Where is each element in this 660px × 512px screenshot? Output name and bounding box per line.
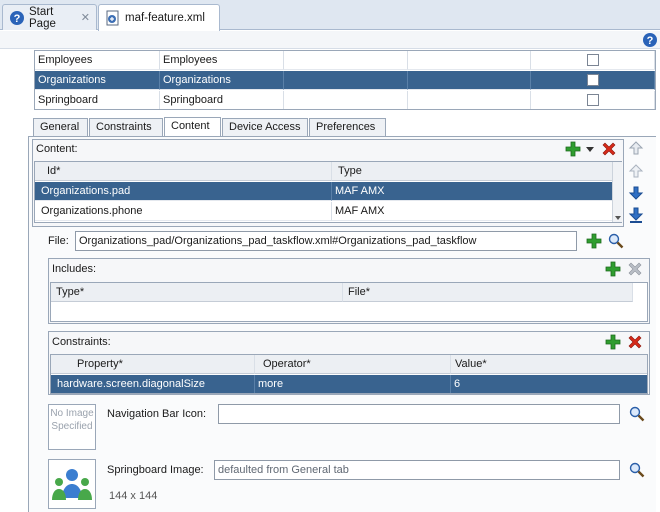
empty-cell (408, 71, 531, 90)
constraint-property: hardware.screen.diagonalSize (51, 375, 255, 393)
tab-label: maf-feature.xml (125, 12, 205, 24)
search-icon[interactable] (629, 406, 645, 422)
column-header-id[interactable]: Id* (35, 162, 332, 181)
table-row[interactable]: Springboard Springboard (35, 91, 655, 109)
checkbox-cell (531, 51, 655, 70)
empty-cell (284, 51, 408, 70)
table-row[interactable]: Organizations Organizations (35, 71, 655, 90)
table-header: Property* Operator* Value* (51, 355, 647, 374)
table-header: Type* File* (51, 283, 633, 302)
tab-label: Start Page (29, 5, 56, 30)
users-group-icon (52, 469, 92, 500)
nav-bar-icon-field[interactable] (218, 404, 620, 424)
tab-device-access[interactable]: Device Access (222, 118, 308, 136)
content-type: MAF AMX (332, 182, 621, 201)
add-icon[interactable] (586, 233, 602, 249)
column-header-type[interactable]: Type (332, 162, 621, 181)
column-header-file[interactable]: File* (343, 283, 633, 302)
constraints-label: Constraints: (52, 336, 111, 348)
feature-name: Organizations (160, 71, 284, 90)
includes-table: Type* File* (50, 282, 648, 322)
search-icon[interactable] (608, 233, 624, 249)
column-header-type[interactable]: Type* (51, 283, 343, 302)
tab-content[interactable]: Content (164, 117, 221, 137)
content-table: Id* Type Organizations.pad MAF AMX Organ… (34, 161, 622, 223)
scrollbar[interactable] (612, 162, 622, 222)
springboard-image-preview[interactable] (48, 459, 96, 509)
tab-start-page[interactable]: ? Start Page ✕ (2, 4, 97, 30)
move-to-top-icon[interactable] (628, 139, 644, 157)
svg-text:?: ? (647, 35, 654, 47)
feature-checkbox[interactable] (586, 54, 599, 66)
image-placeholder[interactable]: No Image Specified (48, 404, 96, 450)
content-id: Organizations.phone (35, 202, 332, 221)
feature-checkbox[interactable] (586, 74, 599, 86)
file-label: File: (48, 235, 69, 247)
delete-icon[interactable] (627, 334, 643, 350)
add-icon[interactable] (605, 261, 621, 277)
table-row[interactable]: Organizations.phone MAF AMX (35, 202, 621, 221)
tab-constraints[interactable]: Constraints (89, 118, 163, 136)
add-icon[interactable] (605, 334, 621, 350)
column-header-value[interactable]: Value* (451, 355, 647, 374)
constraint-operator: more (255, 375, 451, 393)
help-icon: ? (9, 10, 25, 26)
move-up-icon[interactable] (628, 162, 644, 180)
content-label: Content: (36, 143, 78, 155)
empty-cell (284, 91, 408, 109)
move-to-bottom-icon[interactable] (628, 206, 644, 224)
table-row[interactable]: hardware.screen.diagonalSize more 6 (51, 375, 647, 393)
features-table: Employees Employees Organizations Organi… (34, 50, 656, 110)
column-header-property[interactable]: Property* (51, 355, 255, 374)
tab-maf-feature-xml[interactable]: maf-feature.xml (98, 4, 220, 31)
empty-cell (408, 91, 531, 109)
table-row[interactable]: Organizations.pad MAF AMX (35, 182, 621, 201)
constraint-value: 6 (451, 375, 647, 393)
file-field[interactable]: Organizations_pad/Organizations_pad_task… (75, 231, 577, 251)
feature-checkbox[interactable] (586, 94, 599, 106)
includes-label: Includes: (52, 263, 97, 275)
document-tab-bar: ? Start Page ✕ maf-feature.xml (0, 0, 660, 31)
checkbox-cell (531, 71, 655, 90)
search-icon[interactable] (629, 462, 645, 478)
image-size-text: 144 x 144 (109, 490, 158, 502)
xml-file-icon (105, 10, 121, 26)
feature-id: Organizations (35, 71, 160, 90)
feature-id: Employees (35, 51, 160, 70)
content-type: MAF AMX (332, 202, 621, 221)
content-id: Organizations.pad (35, 182, 332, 201)
feature-name: Employees (160, 51, 284, 70)
delete-icon[interactable] (601, 141, 617, 157)
svg-text:?: ? (14, 13, 21, 25)
nav-bar-icon-label: Navigation Bar Icon: (107, 408, 207, 420)
add-icon[interactable] (565, 141, 581, 157)
dropdown-arrow-icon[interactable] (585, 141, 595, 157)
feature-name: Springboard (160, 91, 284, 109)
table-header: Id* Type (35, 162, 621, 181)
feature-id: Springboard (35, 91, 160, 109)
close-tab-icon[interactable]: ✕ (81, 11, 90, 24)
delete-icon (627, 261, 643, 277)
empty-cell (284, 71, 408, 90)
springboard-image-label: Springboard Image: (107, 464, 204, 476)
help-icon[interactable]: ? (642, 32, 658, 48)
springboard-image-field[interactable]: defaulted from General tab (214, 460, 620, 480)
constraints-table: Property* Operator* Value* hardware.scre… (50, 354, 648, 394)
tab-preferences[interactable]: Preferences (309, 118, 386, 136)
empty-cell (408, 51, 531, 70)
move-down-icon[interactable] (628, 184, 644, 202)
editor-toolbar: ? (0, 31, 660, 49)
table-row[interactable]: Employees Employees (35, 51, 655, 70)
tab-general[interactable]: General (33, 118, 88, 136)
column-header-operator[interactable]: Operator* (255, 355, 451, 374)
checkbox-cell (531, 91, 655, 109)
